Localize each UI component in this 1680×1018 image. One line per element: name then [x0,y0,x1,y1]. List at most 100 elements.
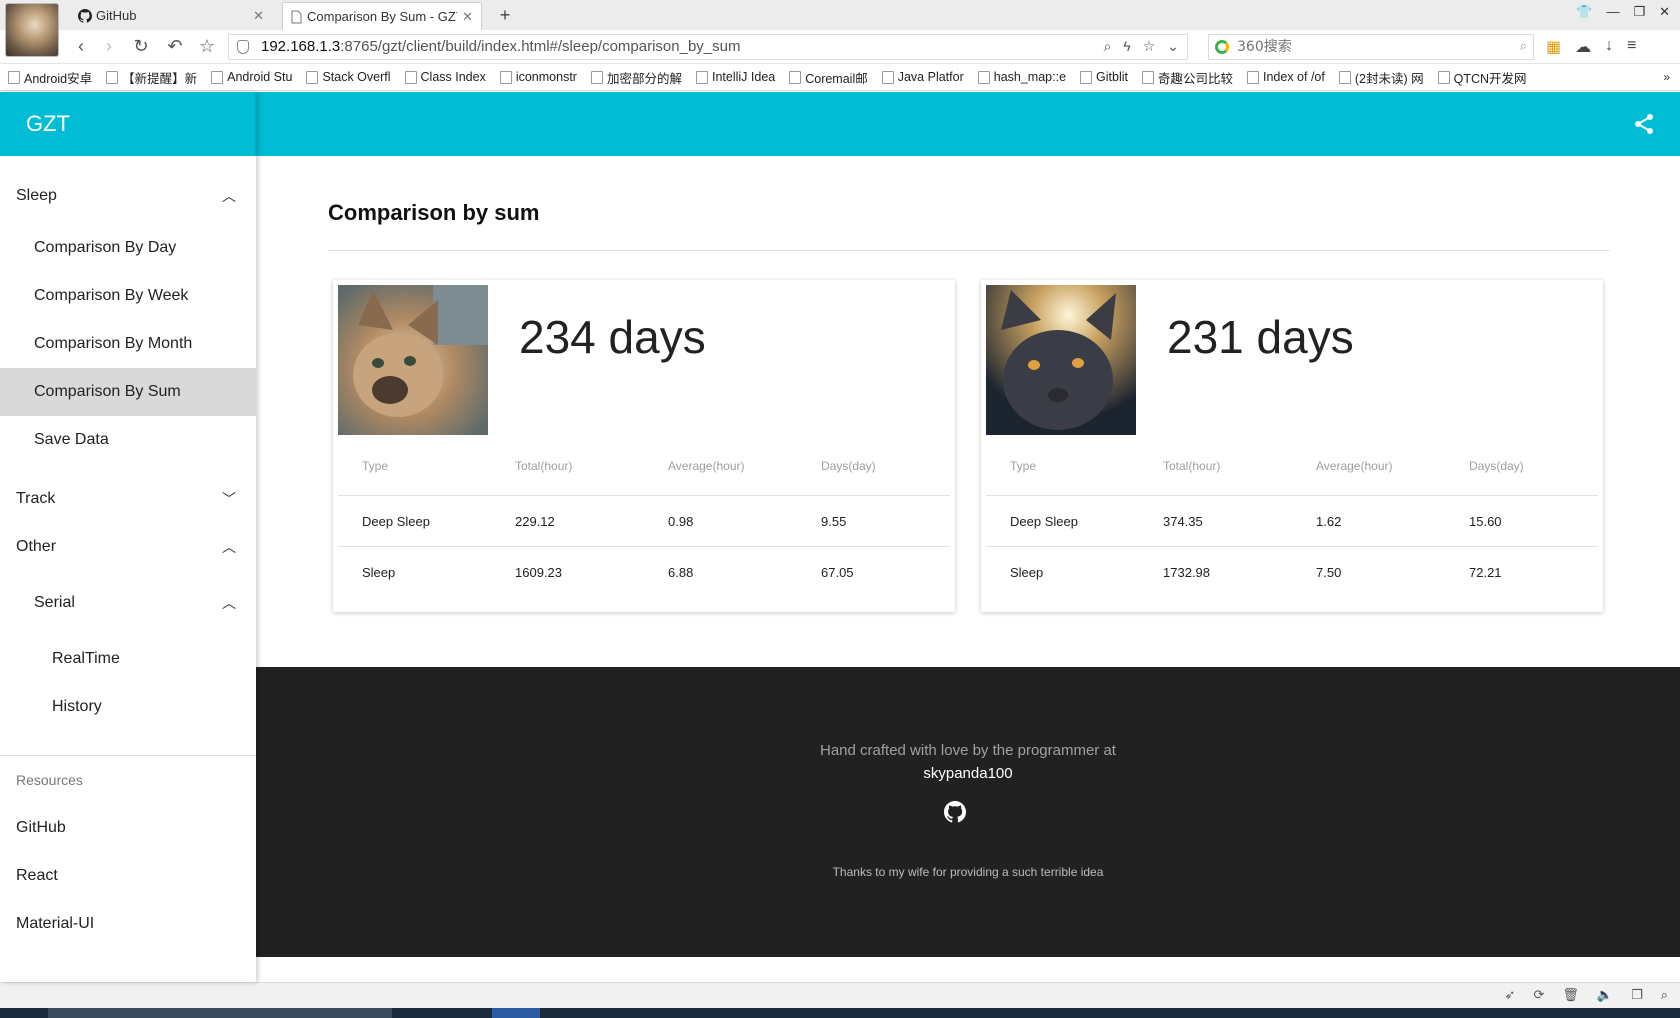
bookmark-label: Android Stu [227,70,293,84]
bookmark-page-icon [1080,70,1093,84]
close-tab-icon[interactable]: ✕ [253,2,264,30]
minimize-icon[interactable]: — [1606,4,1619,20]
close-window-icon[interactable]: ✕ [1659,4,1670,20]
search-box[interactable]: ⌕ [1208,34,1534,60]
taskbar-item[interactable] [48,1008,392,1018]
bookmark-star-icon[interactable]: ☆ [1143,38,1156,55]
bookmark-label: Coremail邮 [805,71,868,86]
nav-section-track[interactable]: Track ﹀ [0,475,256,523]
bookmark-page-icon [499,70,512,84]
bookmark-page-icon [211,70,224,84]
bookmark-item[interactable]: QTCN开发网 [1437,68,1527,87]
resource-link-react[interactable]: React [0,852,256,900]
bookmark-item[interactable]: Gitblit [1080,70,1128,84]
nav-section-serial[interactable]: Serial ︿ [0,579,256,627]
favorite-star-icon[interactable]: ☆ [196,35,218,57]
nav-item-history[interactable]: History [0,683,256,731]
bookmark-item[interactable]: Android安卓 [8,68,92,87]
bookmark-item[interactable]: Stack Overfl [306,70,391,84]
search-input[interactable] [1237,37,1497,57]
bookmark-item[interactable]: hash_map::e [977,70,1066,84]
column-header: Average(hour) [1316,459,1393,473]
bookmark-item[interactable]: IntelliJ Idea [695,70,775,84]
rocket-icon[interactable]: ➶ [1505,987,1516,1003]
table-cell: 374.35 [1163,514,1203,529]
chevron-down-icon: ﹀ [222,491,236,507]
resource-link-material-ui[interactable]: Material-UI [0,900,256,948]
trash-icon[interactable]: 🗑 [1562,987,1579,1003]
share-icon[interactable] [1632,112,1656,136]
bookmark-item[interactable]: Android Stu [211,70,292,84]
tab-comparison-by-sum[interactable]: Comparison By Sum - GZT ✕ [282,2,482,30]
reload-icon[interactable]: ↻ [130,35,152,57]
cat-photo-image [986,285,1136,435]
page-title: Comparison by sum [328,200,540,225]
table-cell: 15.60 [1469,514,1502,529]
bookmarks-overflow-button[interactable]: » [1663,70,1670,84]
close-tab-icon[interactable]: ✕ [462,3,473,31]
table-cell: 1.62 [1316,514,1342,529]
volume-icon[interactable]: 🔈 [1597,987,1613,1003]
download-icon[interactable]: ↓ [1605,37,1613,57]
maximize-icon[interactable]: ❐ [1633,4,1645,20]
bookmark-page-icon [106,70,119,84]
security-shield-icon [237,40,249,54]
stats-table: Type Total(hour) Average(hour) Days(day)… [986,440,1598,598]
bookmark-page-icon [1437,70,1450,84]
github-icon[interactable] [944,801,966,823]
days-count: 231 days [1167,311,1354,363]
nav-item-realtime[interactable]: RealTime [0,635,256,683]
zoom-status-icon[interactable]: ⌕ [1661,987,1668,1003]
window-icon[interactable]: ❐ [1631,987,1643,1003]
resource-link-github[interactable]: GitHub [0,804,256,852]
nav-item-comparison-by-day[interactable]: Comparison By Day [0,224,256,272]
new-tab-button[interactable]: + [494,2,516,28]
bookmark-item[interactable]: 奇趣公司比较 [1141,68,1233,87]
speedup-icon[interactable]: ⟳ [1533,987,1544,1003]
nav-item-comparison-by-sum[interactable]: Comparison By Sum [0,368,256,416]
footer-author-link[interactable]: skypanda100 [256,765,1680,782]
pin-icon[interactable]: 👕 [1576,4,1592,20]
menu-icon[interactable]: ≡ [1627,37,1636,57]
user-avatar[interactable] [6,4,58,56]
lightning-icon[interactable]: ϟ [1123,38,1130,55]
bookmark-label: 加密部分的解 [606,71,682,86]
bookmark-item[interactable]: 加密部分的解 [590,68,682,87]
bookmark-item[interactable]: Coremail邮 [789,68,868,87]
bookmark-item[interactable]: Java Platfor [881,70,964,84]
zoom-icon[interactable]: ⌕ [1103,38,1111,55]
drawer-divider [0,755,256,756]
address-bar[interactable]: 192.168.1.3:8765/gzt/client/build/index.… [228,34,1188,60]
nav-section-other[interactable]: Other ︿ [0,523,256,571]
nav-item-save-data[interactable]: Save Data [0,416,256,464]
bookmark-label: 【新提醒】新 [122,71,198,86]
bookmark-page-icon [977,70,990,84]
bookmarks-bar: Android安卓 【新提醒】新 Android Stu Stack Overfl Cl… [0,64,1680,91]
bookmark-item[interactable]: Class Index [404,70,486,84]
table-header-row: Type Total(hour) Average(hour) Days(day) [338,440,950,496]
cloud-icon[interactable]: ☁ [1575,37,1591,57]
bookmark-item[interactable]: iconmonstr [499,70,577,84]
back-icon[interactable]: ‹ [70,35,92,57]
search-icon[interactable]: ⌕ [1520,38,1527,54]
table-cell: 0.98 [668,514,694,529]
tab-title: Comparison By Sum - GZT [307,9,457,24]
bookmark-label: Java Platfor [897,70,964,84]
tab-github[interactable]: GitHub ✕ [72,2,272,30]
bookmark-item[interactable]: (2封未读) 网 [1338,68,1424,87]
column-header: Days(day) [821,459,876,473]
nav-section-sleep[interactable]: Sleep ︿ [0,172,256,220]
forward-icon[interactable]: › [98,35,120,57]
dropdown-chevron-icon[interactable]: ⌄ [1167,38,1179,55]
nav-item-comparison-by-month[interactable]: Comparison By Month [0,320,256,368]
column-header: Days(day) [1469,459,1524,473]
taskbar-item[interactable] [492,1008,540,1018]
undo-icon[interactable]: ↶ [164,35,186,57]
apps-grid-icon[interactable]: ▦ [1546,37,1561,57]
footer: Hand crafted with love by the programmer… [256,667,1680,957]
app-title[interactable]: GZT [26,92,70,156]
nav-item-comparison-by-week[interactable]: Comparison By Week [0,272,256,320]
column-header: Total(hour) [515,459,573,473]
bookmark-item[interactable]: 【新提醒】新 [106,68,197,87]
bookmark-item[interactable]: Index of /of [1247,70,1325,84]
